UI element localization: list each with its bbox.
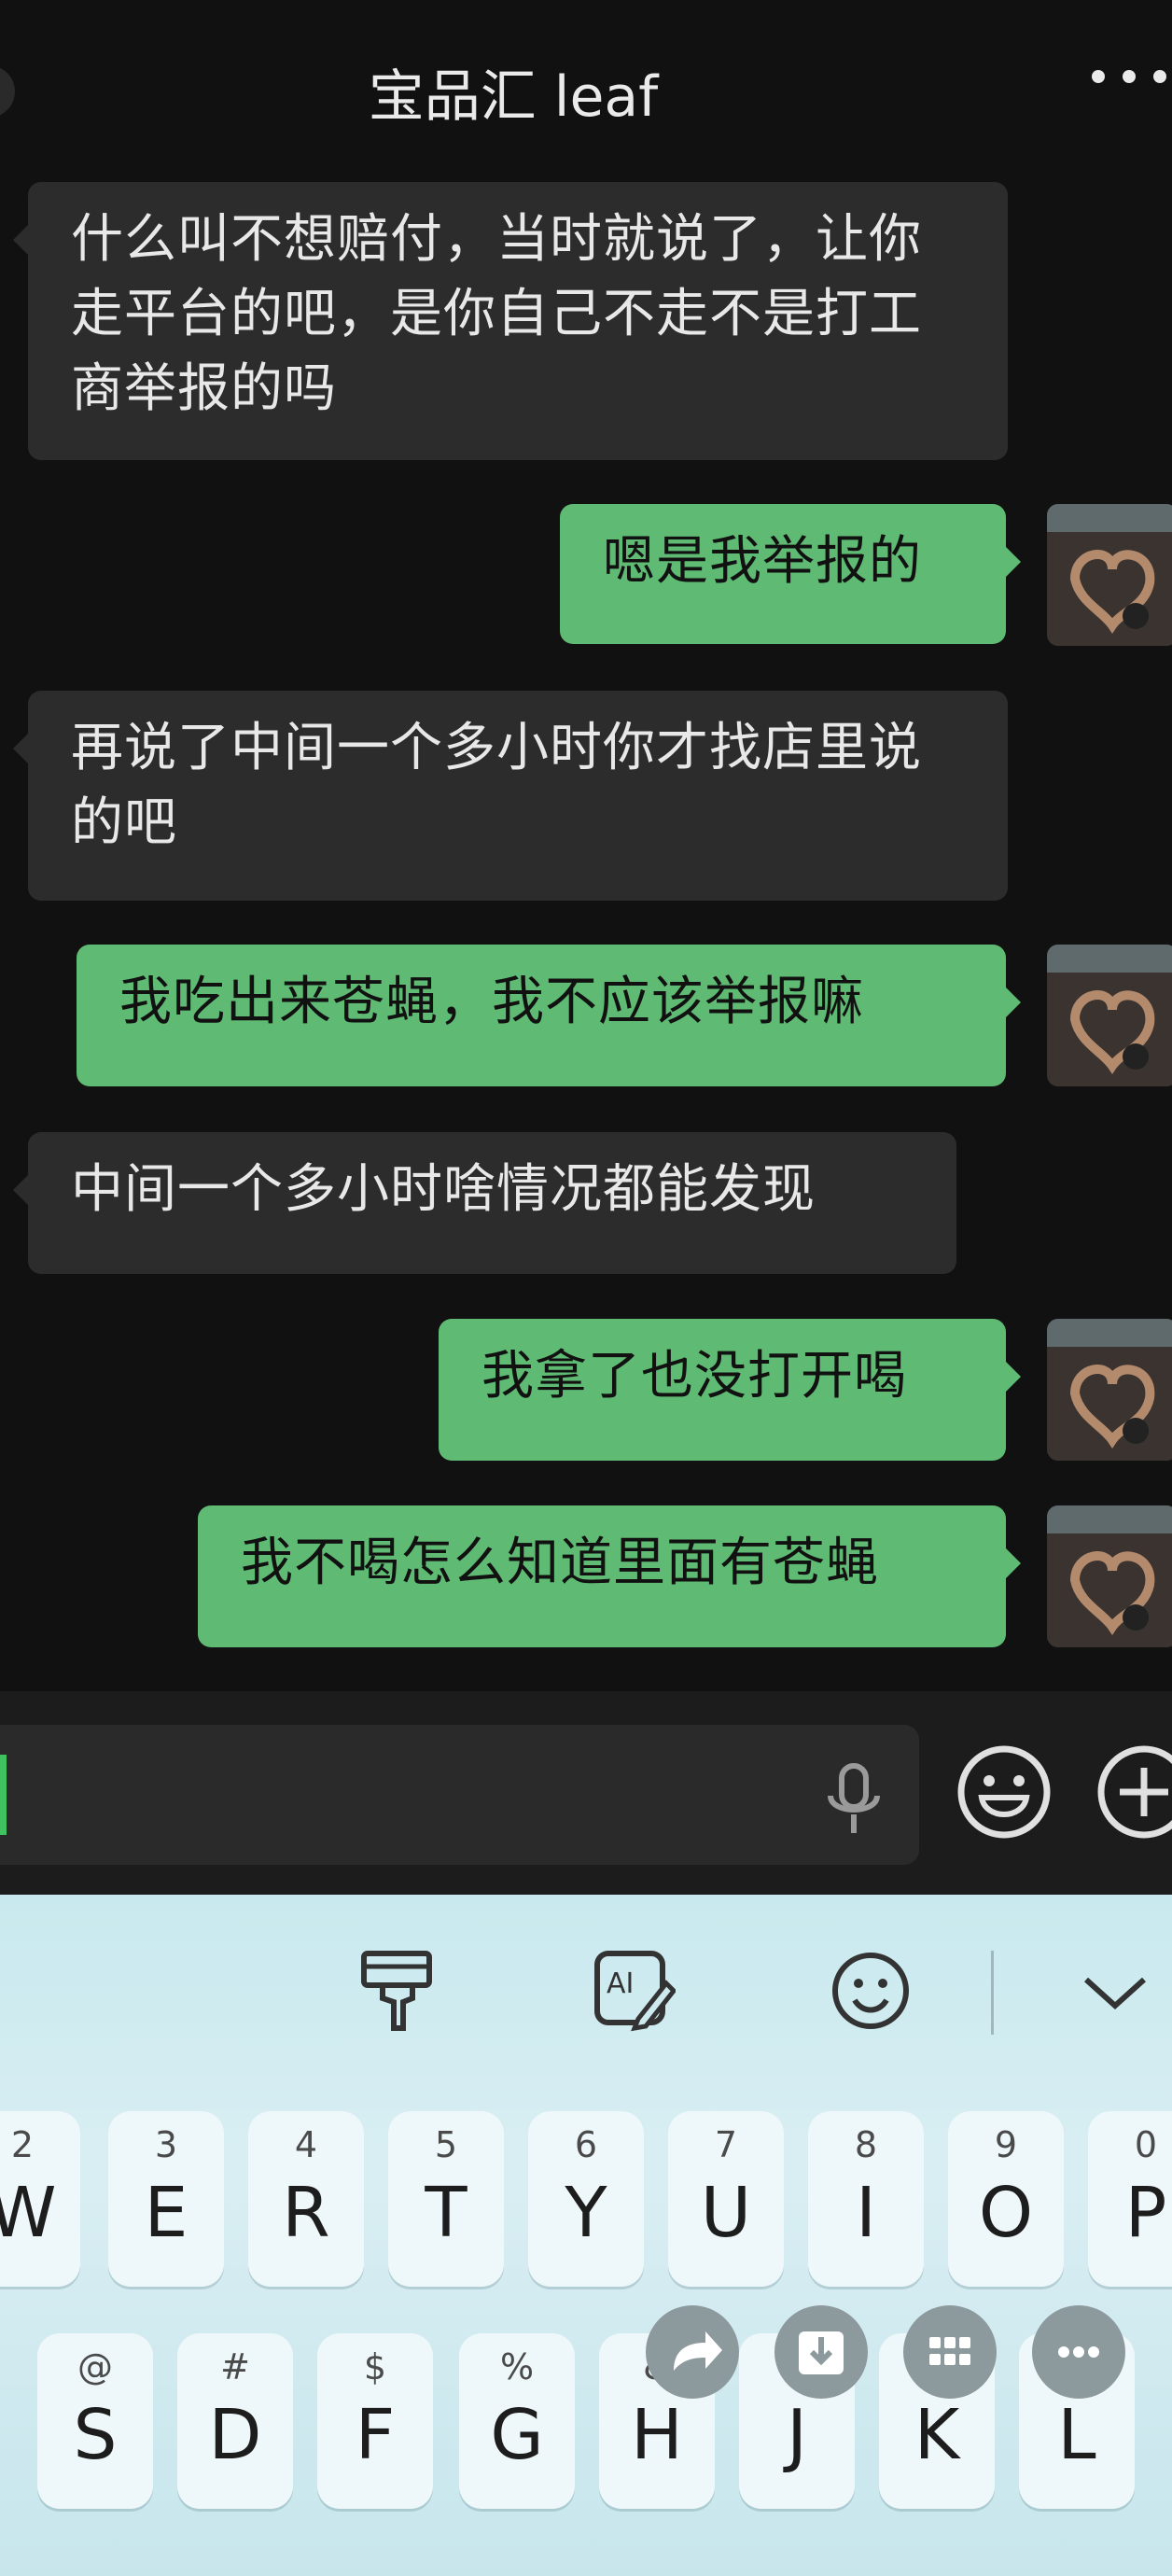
message-input[interactable] bbox=[0, 1725, 919, 1865]
paint-brush-icon[interactable] bbox=[355, 1946, 439, 2036]
key-s[interactable]: @ S bbox=[37, 2333, 153, 2509]
message-bubble-incoming[interactable]: 中间一个多小时啥情况都能发现 bbox=[13, 1132, 956, 1274]
message-bubble-outgoing[interactable]: 我吃出来苍蝇，我不应该举报嘛 bbox=[77, 945, 1021, 1086]
message-bubble-outgoing[interactable]: 我拿了也没打开喝 bbox=[439, 1319, 1021, 1461]
more-options-icon[interactable] bbox=[1092, 49, 1166, 105]
download-icon[interactable] bbox=[774, 2305, 868, 2399]
message-bubble-incoming[interactable]: 什么叫不想赔付，当时就说了，让你走平台的吧，是你自己不走不是打工商举报的吗 bbox=[13, 182, 1008, 460]
key-d[interactable]: # D bbox=[177, 2333, 293, 2509]
avatar[interactable] bbox=[1047, 945, 1172, 1086]
smiley-icon[interactable] bbox=[829, 1946, 913, 2036]
ai-write-icon[interactable]: AI bbox=[592, 1946, 677, 2036]
svg-text:AI: AI bbox=[607, 1967, 634, 2000]
key-u[interactable]: 7U bbox=[668, 2111, 784, 2287]
avatar[interactable] bbox=[1047, 1319, 1172, 1461]
key-y[interactable]: 6Y bbox=[528, 2111, 644, 2287]
key-r[interactable]: 4R bbox=[248, 2111, 364, 2287]
key-w[interactable]: 2W bbox=[0, 2111, 80, 2287]
share-icon[interactable] bbox=[646, 2305, 739, 2399]
key-e[interactable]: 3E bbox=[108, 2111, 224, 2287]
key-f[interactable]: $ F bbox=[317, 2333, 433, 2509]
message-bubble-outgoing[interactable]: 嗯是我举报的 bbox=[560, 504, 1021, 644]
microphone-icon[interactable] bbox=[821, 1762, 886, 1839]
key-t[interactable]: 5T bbox=[388, 2111, 504, 2287]
plus-icon[interactable] bbox=[1095, 1743, 1172, 1841]
more-icon[interactable] bbox=[1032, 2305, 1125, 2399]
avatar[interactable] bbox=[1047, 504, 1172, 646]
message-bubble-outgoing[interactable]: 我不喝怎么知道里面有苍蝇 bbox=[198, 1505, 1021, 1647]
grid-icon[interactable] bbox=[903, 2305, 997, 2399]
message-bubble-incoming[interactable]: 再说了中间一个多小时你才找店里说的吧 bbox=[13, 691, 1008, 901]
avatar[interactable] bbox=[1047, 1505, 1172, 1647]
emoji-icon[interactable] bbox=[956, 1743, 1053, 1841]
key-p[interactable]: 0P bbox=[1088, 2111, 1172, 2287]
chat-title: 宝品汇 leaf bbox=[368, 64, 659, 130]
key-i[interactable]: 8I bbox=[808, 2111, 924, 2287]
toolbar-divider bbox=[991, 1951, 994, 2035]
text-cursor bbox=[0, 1755, 7, 1835]
chevron-down-icon[interactable] bbox=[1073, 1946, 1157, 2036]
key-o[interactable]: 9O bbox=[948, 2111, 1064, 2287]
key-g[interactable]: % G bbox=[459, 2333, 575, 2509]
